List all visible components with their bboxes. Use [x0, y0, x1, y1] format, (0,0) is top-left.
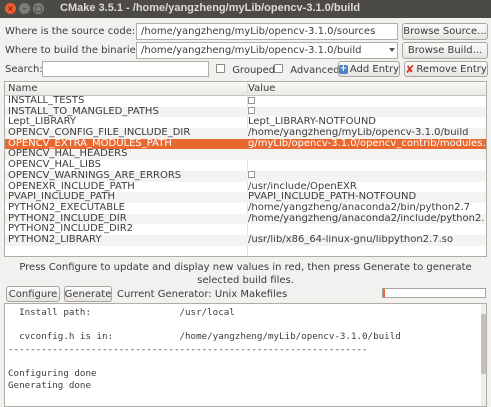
- output-scrollbar[interactable]: [481, 304, 486, 406]
- table-row[interactable]: PYTHON2_EXECUTABLE/home/yangzheng/anacon…: [5, 203, 486, 214]
- entry-name: OPENCV_HAL_HEADERS: [8, 149, 128, 160]
- table-row[interactable]: OPENEXR_INCLUDE_PATH/usr/include/OpenEXR: [5, 182, 486, 193]
- table-rows: INSTALL_TESTS INSTALL_TO_MANGLED_PATHS Lep…: [5, 96, 486, 246]
- maximize-icon: □: [34, 3, 43, 13]
- entry-value[interactable]: Lept_LIBRARY-NOTFOUND: [248, 117, 485, 128]
- close-icon: ×: [7, 3, 14, 13]
- source-path-input[interactable]: /home/yangzheng/myLib/opencv-3.1.0/sourc…: [136, 23, 398, 40]
- entry-checkbox[interactable]: [248, 171, 255, 179]
- advanced-checkbox[interactable]: [274, 64, 283, 73]
- entry-value[interactable]: /home/yangzheng/anaconda2/include/python…: [248, 214, 485, 225]
- table-row[interactable]: OPENCV_CONFIG_FILE_INCLUDE_DIR/home/yang…: [5, 128, 486, 139]
- build-path-value: /home/yangzheng/myLib/opencv-3.1.0/build: [141, 45, 362, 56]
- status-message: Press Configure to update and display ne…: [19, 262, 472, 286]
- source-label: Where is the source code:: [5, 26, 136, 37]
- generate-button[interactable]: Generate: [64, 286, 112, 302]
- chevron-down-icon: [389, 48, 395, 52]
- search-label: Search:: [5, 64, 43, 75]
- cache-table[interactable]: Name Value INSTALL_TESTS INSTALL_TO_MANGL…: [4, 81, 487, 257]
- entry-name: PYTHON2_EXECUTABLE: [8, 202, 125, 213]
- table-row[interactable]: PYTHON2_INCLUDE_DIR2: [5, 224, 486, 235]
- browse-build-button[interactable]: Browse Build...: [402, 42, 488, 59]
- grouped-checkbox[interactable]: [216, 64, 225, 73]
- minimize-icon: –: [22, 3, 27, 13]
- entry-name: PYTHON2_INCLUDE_DIR2: [8, 224, 134, 235]
- remove-entry-button[interactable]: ✘ Remove Entry: [404, 61, 488, 77]
- build-path-combobox[interactable]: /home/yangzheng/myLib/opencv-3.1.0/build: [136, 42, 398, 59]
- entry-name: Lept_LIBRARY: [8, 117, 76, 128]
- browse-source-button[interactable]: Browse Source...: [402, 23, 488, 40]
- progress-fill: [383, 289, 386, 297]
- entry-name: INSTALL_TESTS: [8, 96, 85, 106]
- output-log[interactable]: Install path: /usr/local cvconfig.h is i…: [4, 303, 487, 407]
- search-input[interactable]: [42, 61, 209, 77]
- maximize-window-button[interactable]: □: [33, 3, 44, 14]
- entry-value[interactable]: /home/yangzheng/myLib/opencv-3.1.0/build: [248, 128, 485, 139]
- entry-checkbox[interactable]: [248, 107, 255, 115]
- current-generator-text: Current Generator: Unix Makefiles: [117, 289, 288, 300]
- entry-value[interactable]: g/myLib/opencv-3.1.0/opencv_contrib/modu…: [248, 139, 485, 150]
- entry-name: INSTALL_TO_MANGLED_PATHS: [8, 106, 159, 117]
- entry-value[interactable]: [248, 171, 485, 182]
- entry-name: OPENCV_HAL_LIBS: [8, 160, 102, 171]
- close-window-button[interactable]: ×: [5, 3, 16, 14]
- entry-name: PYTHON2_INCLUDE_DIR: [8, 213, 127, 224]
- table-row[interactable]: INSTALL_TESTS: [5, 96, 486, 107]
- entry-name: OPENEXR_INCLUDE_PATH: [8, 181, 135, 192]
- remove-entry-label: Remove Entry: [416, 63, 487, 75]
- table-row[interactable]: OPENCV_EXTRA_MODULES_PATH g/myLib/opencv-…: [5, 138, 486, 150]
- entry-value[interactable]: PVAPI_INCLUDE_PATH-NOTFOUND: [248, 192, 485, 203]
- column-header-name[interactable]: Name: [8, 83, 38, 94]
- progress-bar: [382, 288, 486, 298]
- plus-icon: +: [339, 63, 348, 74]
- scrollbar-thumb[interactable]: [481, 314, 486, 374]
- entry-name: OPENCV_WARNINGS_ARE_ERRORS: [8, 170, 182, 181]
- entry-name: PYTHON2_LIBRARY: [8, 234, 102, 245]
- advanced-toggle[interactable]: Advanced: [274, 64, 340, 76]
- table-row[interactable]: OPENCV_HAL_HEADERS: [5, 149, 486, 161]
- table-row[interactable]: INSTALL_TO_MANGLED_PATHS: [5, 106, 486, 118]
- entry-checkbox[interactable]: [248, 96, 255, 104]
- entry-value[interactable]: /usr/include/OpenEXR: [248, 182, 485, 193]
- add-entry-button[interactable]: + Add Entry: [338, 61, 400, 77]
- advanced-label: Advanced: [290, 65, 340, 76]
- configure-button[interactable]: Configure: [6, 286, 60, 302]
- table-row[interactable]: Lept_LIBRARY Lept_LIBRARY-NOTFOUND: [5, 117, 486, 128]
- title-bar: × – □ CMake 3.5.1 - /home/yangzheng/myLi…: [0, 0, 491, 18]
- table-header: Name Value: [5, 82, 486, 96]
- build-label: Where to build the binaries:: [5, 45, 145, 56]
- table-row[interactable]: PVAPI_INCLUDE_PATH PVAPI_INCLUDE_PATH-NOT…: [5, 192, 486, 203]
- grouped-toggle[interactable]: Grouped: [216, 64, 275, 76]
- remove-icon: ✘: [405, 62, 415, 76]
- minimize-window-button[interactable]: –: [19, 3, 30, 14]
- entry-value[interactable]: [248, 96, 485, 107]
- entry-value[interactable]: /home/yangzheng/anaconda2/bin/python2.7: [248, 203, 485, 214]
- grouped-label: Grouped: [232, 65, 276, 76]
- entry-name: PVAPI_INCLUDE_PATH: [8, 192, 115, 203]
- table-row[interactable]: PYTHON2_INCLUDE_DIR/home/yangzheng/anaco…: [5, 213, 486, 225]
- add-entry-label: Add Entry: [349, 63, 399, 75]
- table-row[interactable]: OPENCV_WARNINGS_ARE_ERRORS: [5, 170, 486, 182]
- column-header-value[interactable]: Value: [248, 83, 275, 94]
- output-text: Install path: /usr/local cvconfig.h is i…: [8, 307, 401, 392]
- table-row[interactable]: PYTHON2_LIBRARY/usr/lib/x86_64-linux-gnu…: [5, 234, 486, 246]
- table-row[interactable]: OPENCV_HAL_LIBS: [5, 160, 486, 171]
- entry-value[interactable]: [248, 107, 485, 118]
- entry-name: OPENCV_CONFIG_FILE_INCLUDE_DIR: [8, 128, 191, 139]
- entry-name: OPENCV_EXTRA_MODULES_PATH: [8, 138, 172, 149]
- window-title: CMake 3.5.1 - /home/yangzheng/myLib/open…: [60, 2, 361, 14]
- entry-value[interactable]: /usr/lib/x86_64-linux-gnu/libpython2.7.s…: [248, 235, 485, 246]
